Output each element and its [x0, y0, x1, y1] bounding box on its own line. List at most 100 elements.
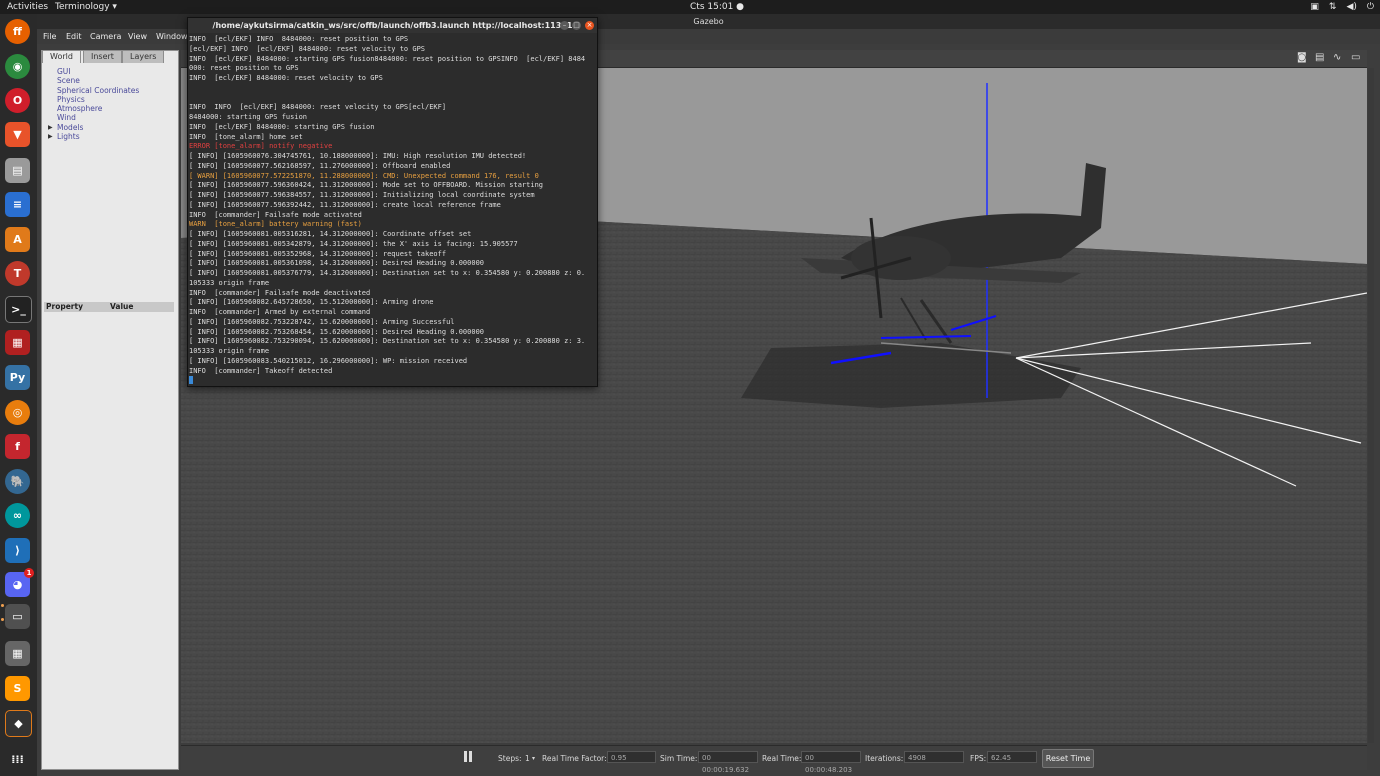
reset-time-button[interactable]: Reset Time — [1042, 749, 1094, 768]
tree-item-lights[interactable]: ▶ Lights — [45, 132, 175, 141]
network-icon[interactable]: ⇅ — [1329, 0, 1337, 14]
terminal-line: INFO [commander] Armed by external comma… — [189, 308, 371, 316]
system-tray[interactable]: ▣ ⇅ ◀) ⏻ — [1310, 0, 1374, 14]
terminal-line: ERROR [tone_alarm] notify negative — [189, 142, 333, 151]
terminal-line: [ INFO] [1605960082.645728650, 15.512000… — [189, 298, 434, 307]
terminal-output[interactable]: INFO [ecl/EKF] INFO 8484000: reset posit… — [189, 35, 595, 385]
terminal-line: [ INFO] [1605960081.005361098, 14.312000… — [189, 259, 485, 268]
expand-arrow-icon[interactable]: ▶ — [48, 132, 53, 141]
iterations-value: 4908 — [904, 751, 964, 763]
tree-item-spherical-coordinates[interactable]: Spherical Coordinates — [45, 86, 175, 95]
maximize-icon[interactable]: □ — [572, 21, 581, 30]
terminal-line: INFO [ecl/EKF] 8484000: reset velocity t… — [189, 74, 383, 82]
discord-app-icon[interactable]: ◕ 1 — [5, 568, 34, 597]
activities-button[interactable]: Activities — [7, 0, 48, 14]
running-indicator — [1, 618, 4, 621]
tree-item-atmosphere[interactable]: Atmosphere — [45, 104, 175, 113]
power-icon[interactable]: ⏻ — [1367, 0, 1374, 14]
fontforge-icon[interactable]: f — [5, 434, 30, 459]
terminal-prompt[interactable] — [189, 376, 595, 385]
menu-view[interactable]: View — [128, 29, 147, 44]
bottom-toolbar: Steps: 1 ▾ Real Time Factor: 0.95 Sim Ti… — [181, 745, 1367, 774]
tab-world[interactable]: World — [42, 50, 81, 63]
expand-arrow-icon[interactable]: ▶ — [48, 123, 53, 132]
arduino-icon[interactable]: ∞ — [5, 503, 30, 528]
terminal-line: [ INFO] [1605960076.304745761, 10.188000… — [189, 152, 527, 160]
tree-item-physics[interactable]: Physics — [45, 95, 175, 104]
tree-item-models[interactable]: ▶ Models — [45, 123, 175, 132]
steps-label: Steps: — [498, 754, 522, 763]
minimize-icon[interactable]: – — [560, 21, 569, 30]
discord-icon[interactable]: ▣ — [1310, 0, 1319, 14]
software-center-icon[interactable]: A — [5, 227, 30, 252]
menu-file[interactable]: File — [43, 29, 56, 44]
terminal-line: [ INFO] [1605960077.596392442, 11.312000… — [189, 200, 501, 209]
value-column: Value — [110, 302, 134, 311]
property-header: Property Value — [44, 302, 174, 312]
terminal-line: WARN [tone_alarm] battery warning (fast) — [189, 220, 362, 229]
terminal-line: [ INFO] [1605960083.540215012, 16.296000… — [189, 356, 468, 365]
terminal-line: 105333 origin frame — [189, 278, 270, 287]
text-editor-icon[interactable]: ≡ — [5, 192, 30, 217]
app-grid-icon[interactable]: ⁞⁞⁞ — [5, 747, 30, 772]
log-icon[interactable]: ▤ — [1315, 52, 1324, 63]
rtf-label: Real Time Factor: — [542, 754, 607, 763]
tree-item-wind[interactable]: Wind — [45, 113, 175, 122]
terminal-line: INFO INFO [ecl/EKF] 8484000: reset veloc… — [189, 103, 447, 112]
close-icon[interactable]: × — [585, 21, 594, 30]
tab-insert[interactable]: Insert — [83, 50, 122, 63]
menu-edit[interactable]: Edit — [66, 29, 82, 44]
rtf-value: 0.95 — [607, 751, 656, 763]
steps-value[interactable]: 1 — [525, 754, 530, 763]
menu-window[interactable]: Window — [156, 29, 188, 44]
terminal-line: [ INFO] [1605960082.753268454, 15.620000… — [189, 327, 485, 336]
pause-button[interactable] — [462, 751, 474, 763]
opera-icon[interactable]: O — [5, 88, 30, 113]
screenshot-icon[interactable]: ◙ — [1297, 52, 1307, 63]
system-monitor-icon[interactable]: ▦ — [5, 330, 30, 355]
plot-icon[interactable]: ∿ — [1333, 52, 1341, 63]
terminal-line: [ INFO] [1605960081.005342879, 14.312000… — [189, 239, 518, 248]
running-indicator — [1, 604, 4, 607]
firefox-icon[interactable]: ff — [5, 19, 30, 44]
tree-item-scene[interactable]: Scene — [45, 76, 175, 85]
vscode-icon[interactable]: ⟩ — [5, 538, 30, 563]
fps-value: 62.45 — [987, 751, 1037, 763]
steps-dropdown-icon[interactable]: ▾ — [532, 755, 535, 762]
terminal-line: 000: reset position to GPS — [189, 64, 299, 73]
right-panel-handle[interactable] — [1368, 68, 1374, 743]
sublime-icon[interactable]: S — [5, 676, 30, 701]
tex-icon[interactable]: T — [5, 261, 30, 286]
terminal-line: [ INFO] [1605960077.596384557, 11.312000… — [189, 191, 535, 199]
iterations-label: Iterations: — [865, 754, 904, 763]
real-time-label: Real Time: — [762, 754, 802, 763]
terminal-line: [ INFO] [1605960082.753290094, 15.620000… — [189, 337, 586, 346]
terminal-line: 8484000: starting GPS fusion — [189, 113, 308, 121]
tree-item-models-label: Models — [57, 122, 84, 132]
postgres-icon[interactable]: 🐘 — [5, 469, 30, 494]
clock[interactable]: Cts 15:01 ● — [690, 0, 744, 14]
brave-icon[interactable]: ▼ — [5, 122, 30, 147]
volume-icon[interactable]: ◀) — [1346, 0, 1356, 14]
terminal-line: [ INFO] [1605960082.753228742, 15.620000… — [189, 317, 455, 326]
menu-camera[interactable]: Camera — [90, 29, 121, 44]
terminal-line: INFO [ecl/EKF] 8484000: starting GPS fus… — [189, 54, 586, 63]
python-icon[interactable]: Py — [5, 365, 30, 390]
stack-icon[interactable]: ◆ — [5, 710, 32, 737]
terminal-line: INFO [commander] Failsafe mode deactivat… — [189, 288, 371, 297]
chrome-icon[interactable]: ◉ — [5, 54, 30, 79]
app-menu[interactable]: Terminology ▾ — [55, 0, 117, 14]
video-icon[interactable]: ▭ — [1351, 52, 1360, 63]
terminal-icon[interactable]: >_ — [5, 296, 32, 323]
tree-item-gui[interactable]: GUI — [45, 67, 175, 76]
terminology-icon[interactable]: ▭ — [5, 604, 30, 629]
terminal-window[interactable]: /home/aykutsirma/catkin_ws/src/offb/laun… — [187, 17, 598, 387]
calculator-icon[interactable]: ▦ — [5, 641, 30, 666]
blender-icon[interactable]: ◎ — [5, 400, 30, 425]
tab-layers[interactable]: Layers — [122, 50, 165, 63]
left-panel: World Insert Layers GUI Scene Spherical … — [41, 50, 179, 770]
files-icon[interactable]: ▤ — [5, 158, 30, 183]
top-bar: Activities Terminology ▾ Cts 15:01 ● ▣ ⇅… — [0, 0, 1380, 14]
